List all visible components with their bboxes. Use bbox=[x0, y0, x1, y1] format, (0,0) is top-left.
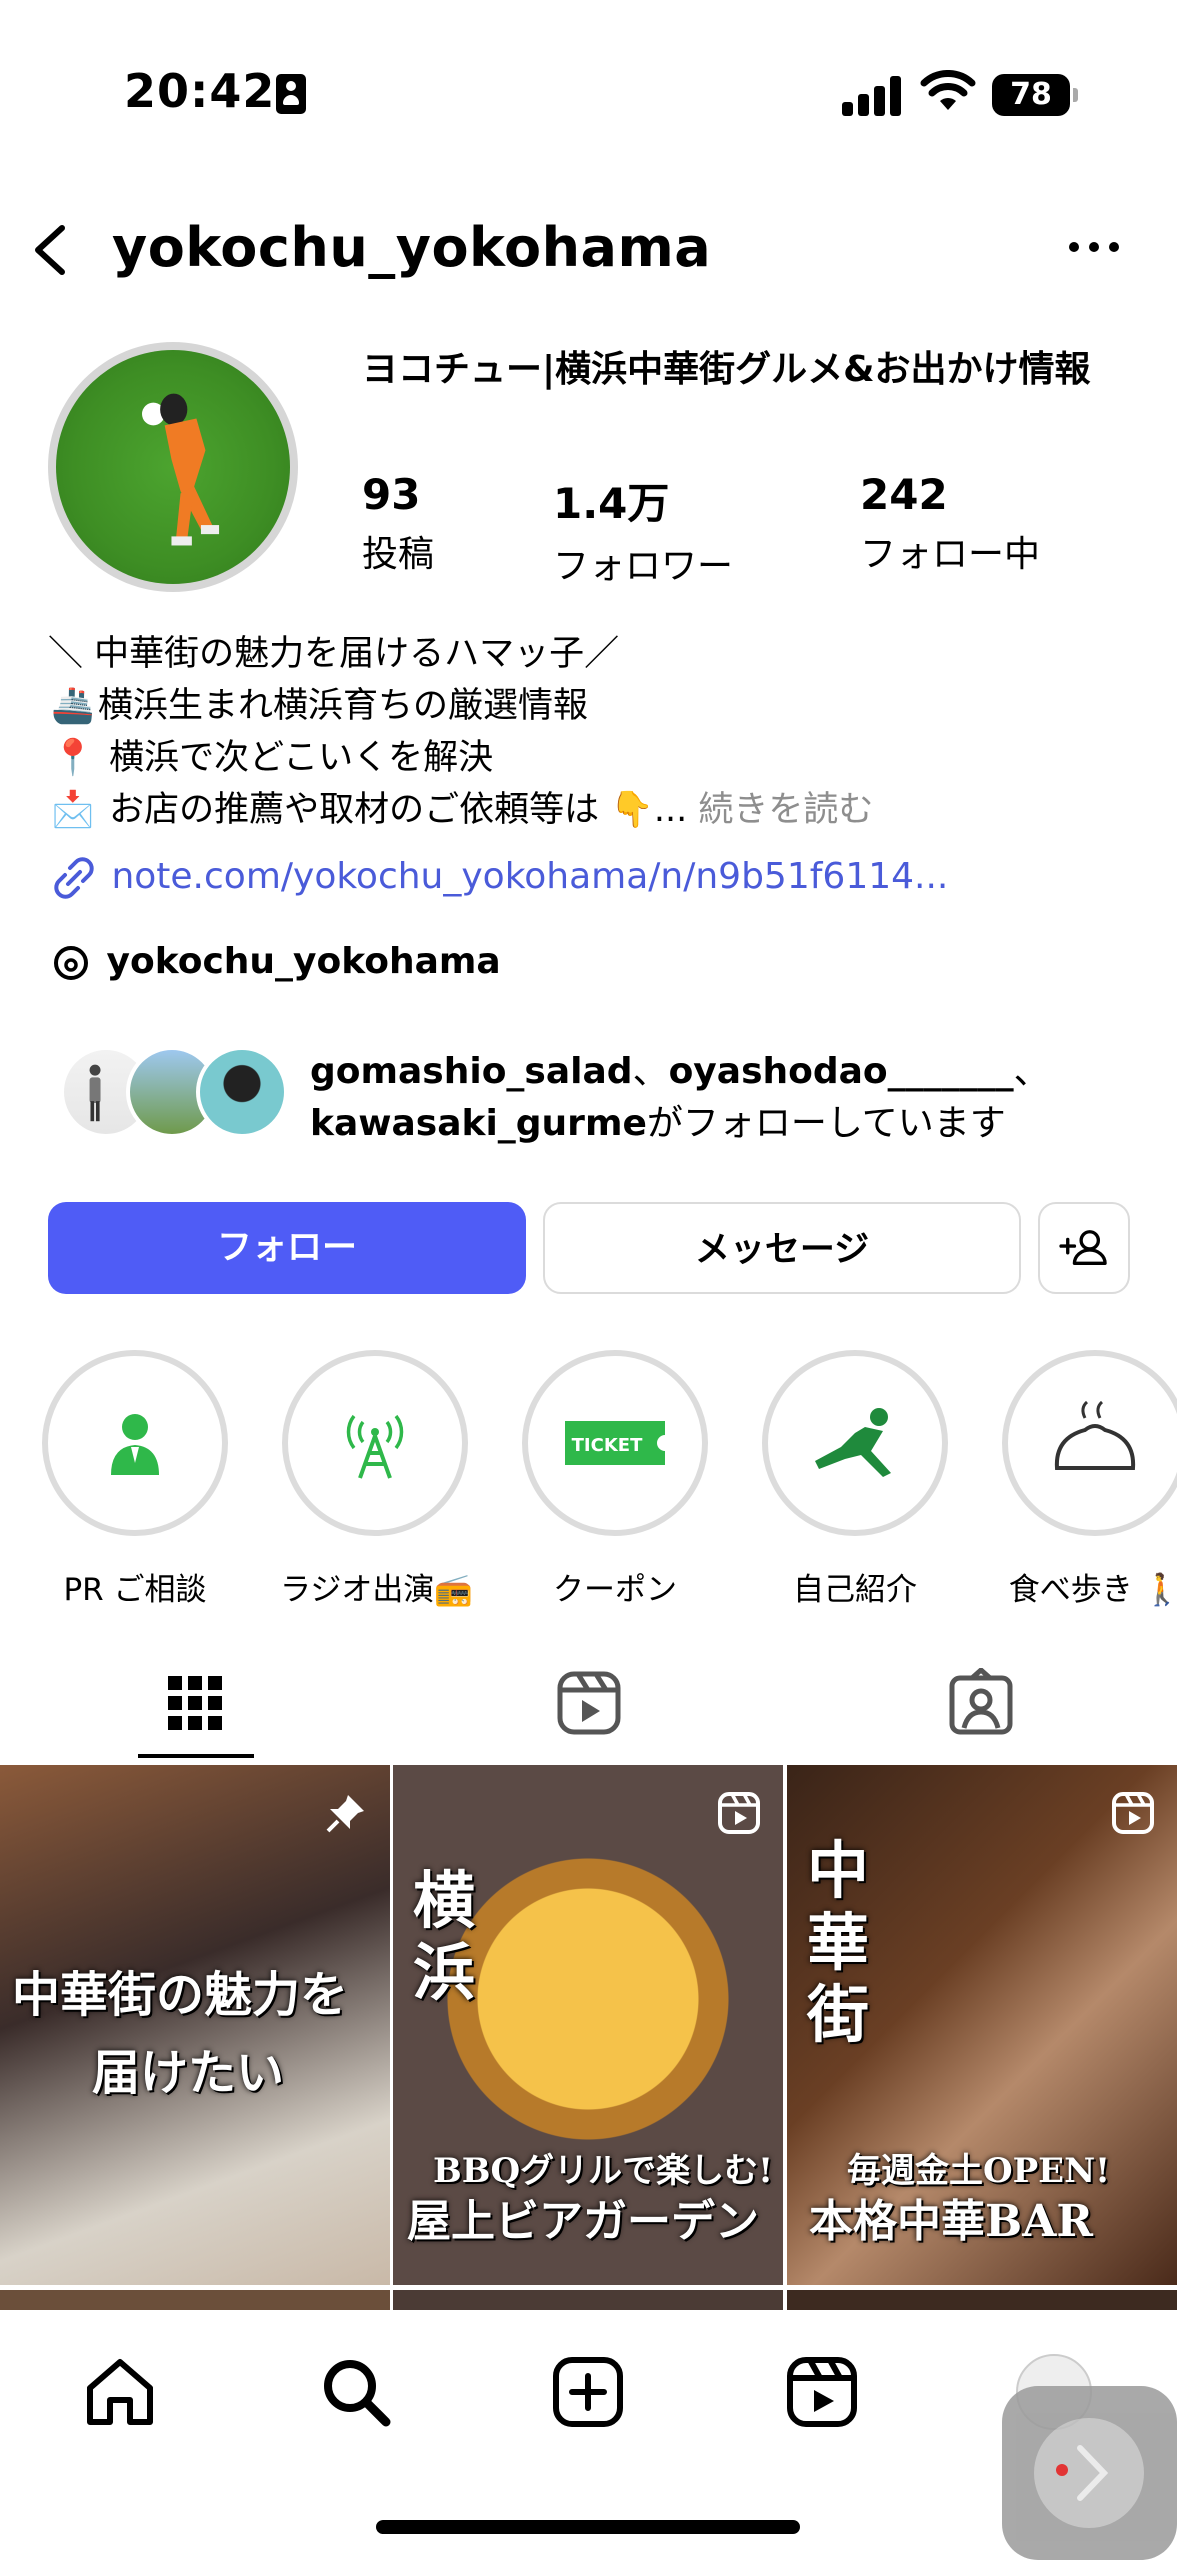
reels-icon bbox=[1112, 1792, 1154, 1834]
mutual-followers-avatars[interactable] bbox=[60, 1046, 300, 1142]
search-icon[interactable] bbox=[318, 2354, 394, 2430]
highlight-intro[interactable]: 自己紹介 bbox=[760, 1350, 950, 1609]
ship-icon: 🚢 bbox=[51, 686, 95, 726]
profile-link-text[interactable]: note.com/yokochu_yokohama/n/n9b51f6114..… bbox=[111, 856, 948, 897]
post-thumbnail[interactable]: 横浜 BBQグリルで楽しむ! 屋上ビアガーデン bbox=[393, 1765, 783, 2285]
person-icon bbox=[276, 74, 306, 114]
profile-header: yokochu_yokohama bbox=[0, 200, 1177, 300]
status-time: 20:42 bbox=[124, 64, 276, 118]
active-tab-indicator bbox=[138, 1754, 254, 1758]
stat-label: フォロワー bbox=[553, 546, 734, 587]
highlight-food[interactable]: 食べ歩き 🚶 bbox=[1000, 1350, 1177, 1609]
display-name: ヨコチュー|横浜中華街グルメ&お出かけ情報 bbox=[362, 349, 1091, 390]
person-suit-icon bbox=[111, 1414, 159, 1475]
mutual-followers-text[interactable]: gomashio_salad、oyashodao_______、 kawasak… bbox=[310, 1046, 1050, 1150]
status-bar: 20:42 78 bbox=[0, 0, 1177, 190]
bio-line: 🚢横浜生まれ横浜育ちの厳選情報 bbox=[48, 680, 1148, 732]
post-caption: 屋上ビアガーデン bbox=[407, 2196, 759, 2247]
bottom-nav bbox=[0, 2310, 1177, 2560]
stat-value: 242 bbox=[860, 470, 948, 519]
reels-nav-icon[interactable] bbox=[784, 2354, 860, 2430]
stat-label: 投稿 bbox=[362, 534, 435, 575]
highlight-label: ラジオ出演📻 bbox=[280, 1572, 473, 1608]
avatar bbox=[196, 1046, 288, 1138]
battery-indicator: 78 bbox=[992, 74, 1078, 116]
message-button[interactable]: メッセージ bbox=[543, 1202, 1021, 1294]
antenna-icon bbox=[346, 1414, 404, 1479]
highlight-radio[interactable]: ラジオ出演📻 bbox=[280, 1350, 473, 1609]
more-options-icon[interactable] bbox=[1064, 222, 1124, 272]
bio-line: 📍 横浜で次どこいくを解決 bbox=[48, 732, 1148, 784]
stat-following[interactable]: 242 フォロー中 bbox=[860, 470, 1040, 577]
home-icon[interactable] bbox=[82, 2354, 158, 2430]
profile-avatar[interactable] bbox=[48, 342, 298, 592]
post-title: 中華街 bbox=[807, 1834, 870, 2051]
threads-handle: yokochu_yokohama bbox=[106, 941, 501, 982]
suggest-users-button[interactable] bbox=[1038, 1202, 1130, 1294]
link-icon bbox=[54, 857, 94, 899]
highlight-label: 自己紹介 bbox=[793, 1572, 917, 1608]
envelope-icon: 📩 bbox=[51, 790, 95, 830]
highlight-coupon[interactable]: TICKET クーポン bbox=[520, 1350, 710, 1609]
highlight-pr[interactable]: PR ご相談 bbox=[40, 1350, 230, 1609]
post-thumbnail[interactable]: 中華街の魅力を 届けたい bbox=[0, 1765, 390, 2285]
profile-tabs bbox=[0, 1650, 1177, 1760]
posts-grid: 中華街の魅力を 届けたい 横浜 BBQグリルで楽しむ! 屋上ビアガーデン 中華街… bbox=[0, 1765, 1177, 2285]
highlight-label: クーポン bbox=[553, 1572, 677, 1608]
reels-tab-icon[interactable] bbox=[554, 1668, 624, 1738]
stat-value: 93 bbox=[362, 470, 421, 519]
read-more-link[interactable]: 続きを読む bbox=[698, 790, 873, 830]
svg-text:TICKET: TICKET bbox=[572, 1435, 643, 1456]
profile-link[interactable]: note.com/yokochu_yokohama/n/n9b51f6114..… bbox=[48, 856, 948, 900]
post-caption: 中華街の魅力を bbox=[12, 1967, 349, 2023]
add-person-icon bbox=[1059, 1230, 1107, 1265]
assistive-touch-inner bbox=[1034, 2418, 1144, 2528]
wifi-icon bbox=[920, 70, 976, 110]
bun-icon bbox=[1054, 1400, 1136, 1470]
follow-button[interactable]: フォロー bbox=[48, 1202, 526, 1294]
stat-posts[interactable]: 93 投稿 bbox=[362, 470, 434, 577]
reels-icon bbox=[718, 1792, 760, 1834]
post-thumbnail[interactable]: 中華街 毎週金土OPEN! 本格中華BAR bbox=[787, 1765, 1177, 2285]
username-title: yokochu_yokohama bbox=[112, 216, 712, 279]
post-title: 横浜 bbox=[413, 1864, 476, 2009]
kick-figure-icon bbox=[815, 1408, 891, 1477]
ticket-icon: TICKET bbox=[565, 1421, 665, 1465]
threads-icon bbox=[54, 946, 88, 980]
assistive-touch-button[interactable] bbox=[1002, 2386, 1177, 2560]
bio-line: ＼ 中華街の魅力を届けるハマッ子／ bbox=[48, 634, 620, 674]
tagged-icon[interactable] bbox=[946, 1668, 1016, 1738]
post-caption: 本格中華BAR bbox=[809, 2196, 1093, 2247]
grid-icon[interactable] bbox=[160, 1668, 230, 1738]
highlight-label: 食べ歩き 🚶 bbox=[1008, 1572, 1177, 1608]
pin-icon: 📍 bbox=[51, 738, 95, 778]
stat-followers[interactable]: 1.4万 フォロワー bbox=[553, 470, 733, 589]
chevron-right-icon bbox=[1056, 2445, 1109, 2501]
threads-badge[interactable]: yokochu_yokohama bbox=[48, 940, 501, 986]
bio: ＼ 中華街の魅力を届けるハマッ子／ 🚢横浜生まれ横浜育ちの厳選情報 📍 横浜で次… bbox=[48, 628, 1148, 836]
avatar-figure-icon bbox=[142, 393, 220, 546]
bio-line: 📩 お店の推薦や取材のご依頼等は 👇... 続きを読む bbox=[48, 784, 1148, 836]
pin-icon bbox=[326, 1795, 364, 1833]
back-icon[interactable] bbox=[22, 220, 82, 280]
create-post-icon[interactable] bbox=[550, 2354, 626, 2430]
post-caption: 届けたい bbox=[92, 2045, 285, 2101]
stat-label: フォロー中 bbox=[860, 534, 1041, 575]
stat-value: 1.4万 bbox=[553, 479, 670, 528]
highlight-label: PR ご相談 bbox=[63, 1572, 207, 1608]
signal-icon bbox=[842, 76, 902, 116]
home-indicator bbox=[376, 2520, 800, 2534]
